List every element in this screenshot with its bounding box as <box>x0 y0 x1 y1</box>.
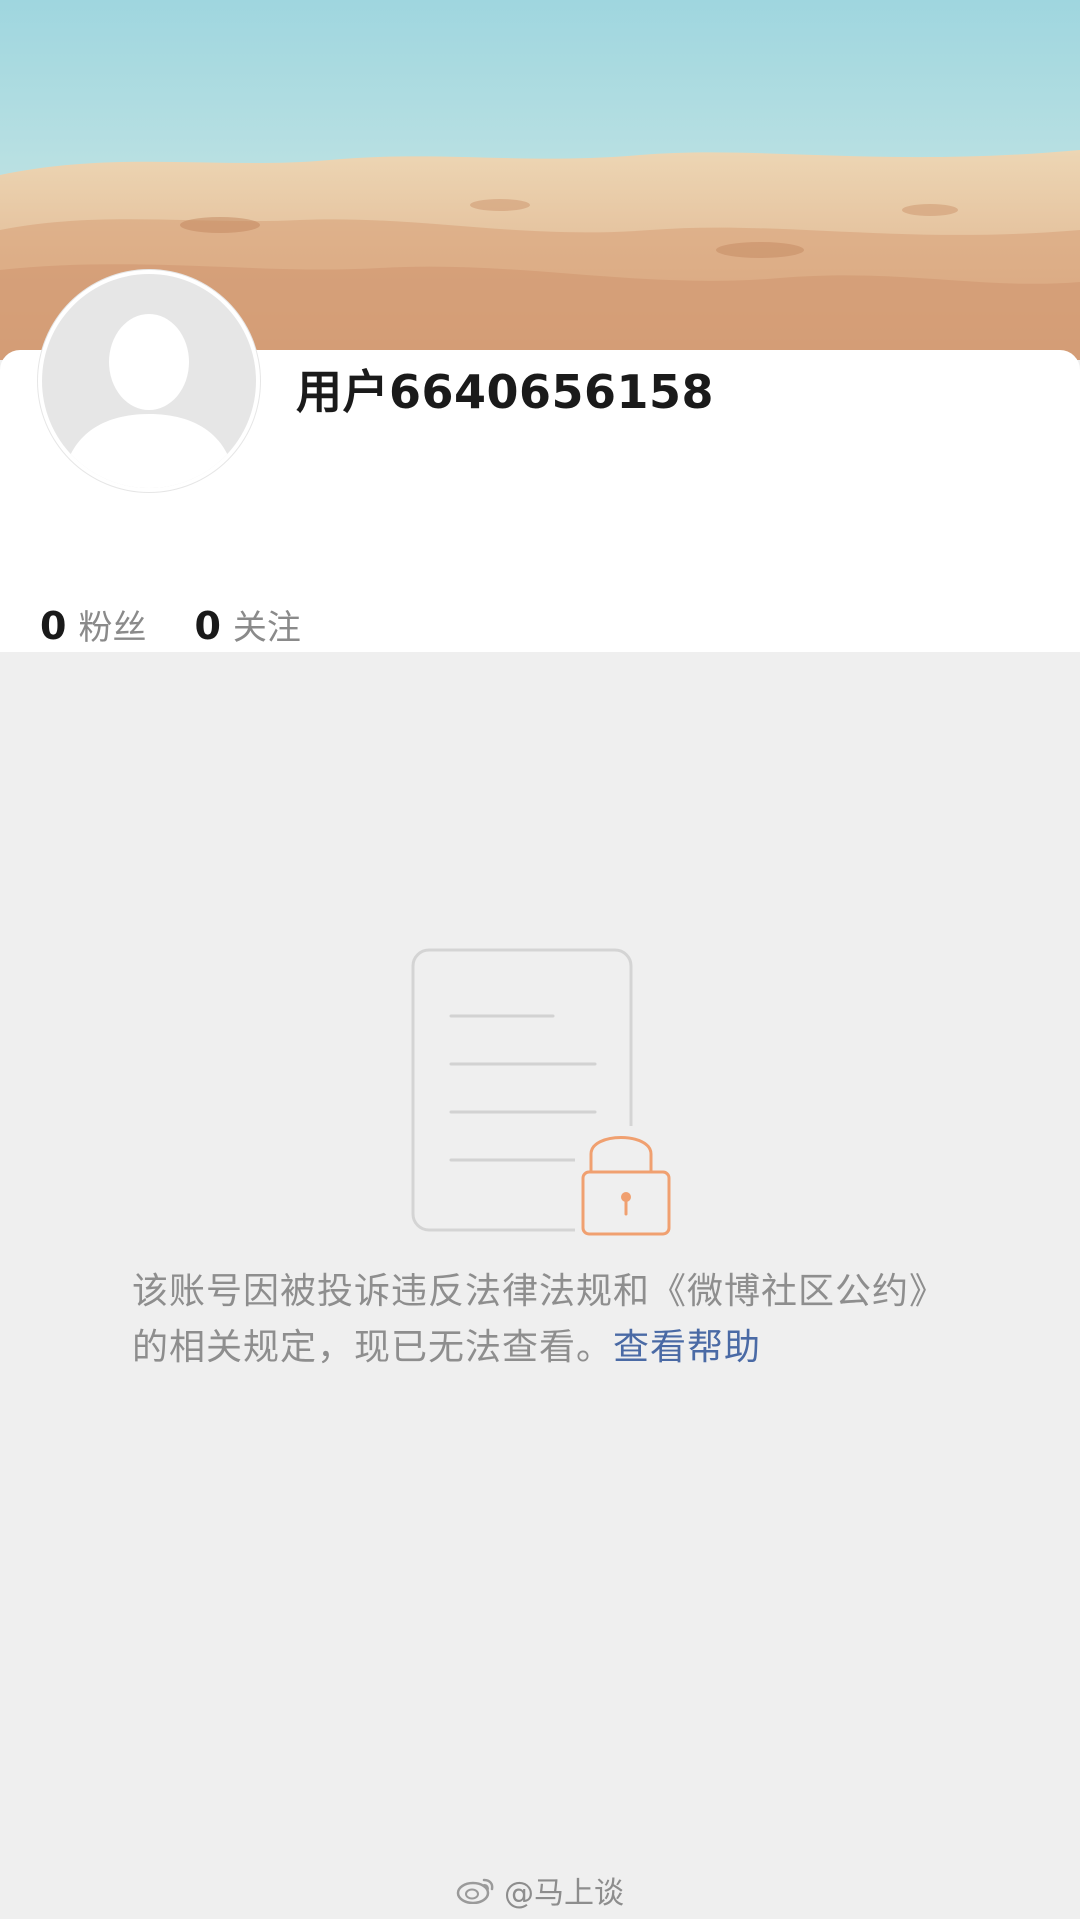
following-stat[interactable]: 0 关注 <box>194 600 300 649</box>
view-help-link[interactable]: 查看帮助 <box>613 1327 761 1368</box>
notice-text: 该账号因被投诉违反法律法规和《微博社区公约》的相关规定，现已无法查看。 <box>132 1271 947 1368</box>
default-avatar-placeholder <box>42 274 256 488</box>
watermark-text: @马上谈 <box>504 1876 624 1911</box>
following-count: 0 <box>194 604 221 648</box>
weibo-logo-icon <box>456 1878 494 1904</box>
profile-username: 用户6640656158 <box>296 365 715 419</box>
locked-document-icon <box>411 948 671 1236</box>
locked-document-illustration <box>405 942 685 1242</box>
followers-count: 0 <box>40 604 67 648</box>
user-silhouette-icon <box>62 314 236 488</box>
lock-icon <box>575 1126 671 1236</box>
account-restricted-notice: 该账号因被投诉违反法律法规和《微博社区公约》的相关规定，现已无法查看。查看帮助 <box>132 1264 948 1376</box>
followers-label: 粉丝 <box>78 608 147 648</box>
watermark: @马上谈 <box>456 1868 624 1912</box>
followers-stat[interactable]: 0 粉丝 <box>40 600 146 649</box>
avatar[interactable] <box>38 270 260 492</box>
following-label: 关注 <box>232 608 301 648</box>
profile-stats: 0 粉丝 0 关注 <box>40 600 349 649</box>
